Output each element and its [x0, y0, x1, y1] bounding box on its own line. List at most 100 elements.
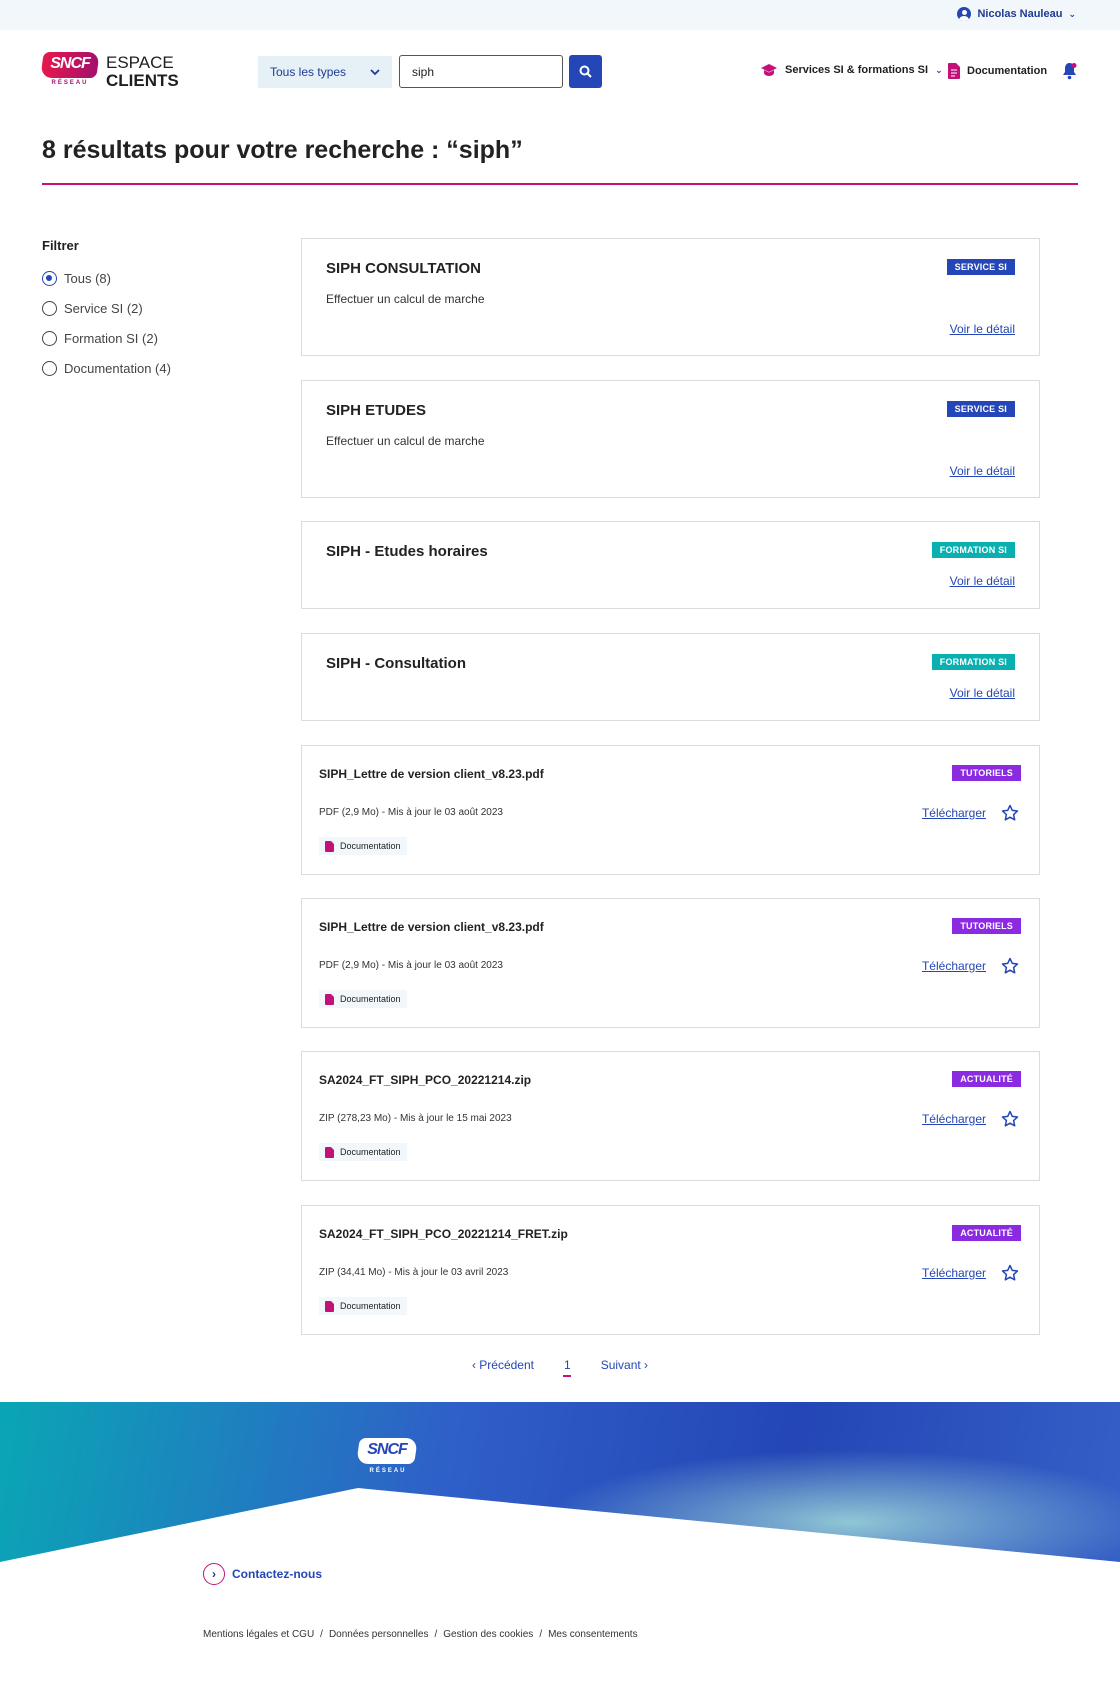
category-badge: SERVICE SI	[946, 401, 1015, 417]
pagination-previous[interactable]: ‹ Précédent	[472, 1358, 534, 1372]
user-menu[interactable]: Nicolas Nauleau ⌄	[957, 7, 1076, 21]
legal-link[interactable]: Gestion des cookies	[443, 1629, 533, 1640]
view-detail-link[interactable]: Voir le détail	[950, 464, 1015, 478]
result-card: SIPH CONSULTATION Effectuer un calcul de…	[301, 238, 1040, 356]
filter-option-documentation[interactable]: Documentation (4)	[42, 353, 171, 383]
filter-option-label: Formation SI (2)	[64, 330, 158, 346]
star-icon[interactable]	[1001, 957, 1019, 975]
download-link[interactable]: Télécharger	[922, 1266, 986, 1280]
legal-link[interactable]: Données personnelles	[329, 1629, 429, 1640]
separator: /	[434, 1629, 438, 1640]
chevron-right-icon: ›	[203, 1563, 225, 1585]
tag-label: Documentation	[340, 1147, 401, 1157]
card-title: SIPH - Consultation	[326, 655, 466, 672]
document-meta: ZIP (34,41 Mo) - Mis à jour le 03 avril …	[319, 1267, 509, 1278]
filter-option-tous[interactable]: Tous (8)	[42, 263, 171, 293]
document-title: SA2024_FT_SIPH_PCO_20221214_FRET.zip	[319, 1227, 568, 1241]
legal-links: Mentions légales et CGU / Données person…	[203, 1629, 638, 1640]
filter-option-label: Tous (8)	[64, 270, 111, 286]
document-meta: ZIP (278,23 Mo) - Mis à jour le 15 mai 2…	[319, 1113, 512, 1124]
footer: SNCF RÉSEAU › Contactez-nous Mentions lé…	[0, 1402, 1120, 1681]
radio-icon[interactable]	[42, 300, 57, 316]
document-meta: PDF (2,9 Mo) - Mis à jour le 03 août 202…	[319, 807, 503, 818]
star-icon[interactable]	[1001, 804, 1019, 822]
tag-label: Documentation	[340, 841, 401, 851]
document-card: SIPH_Lettre de version client_v8.23.pdf …	[301, 898, 1040, 1028]
chevron-down-icon	[370, 68, 380, 75]
pagination-page-current[interactable]: 1	[563, 1358, 571, 1377]
search-input[interactable]	[399, 55, 563, 88]
chevron-down-icon: ⌄	[1068, 8, 1076, 19]
download-link[interactable]: Télécharger	[922, 959, 986, 973]
category-badge: TUTORIELS	[952, 918, 1021, 934]
download-link[interactable]: Télécharger	[922, 806, 986, 820]
nav-doc-label: Documentation	[967, 65, 1048, 77]
notifications-button[interactable]	[1062, 62, 1077, 85]
document-meta: PDF (2,9 Mo) - Mis à jour le 03 août 202…	[319, 960, 503, 971]
category-badge: ACTUALITÉ	[952, 1071, 1021, 1087]
pagination-next[interactable]: Suivant ›	[601, 1358, 648, 1372]
card-title: SIPH ETUDES	[326, 402, 427, 419]
download-link[interactable]: Télécharger	[922, 1112, 986, 1126]
star-icon[interactable]	[1001, 1264, 1019, 1282]
view-detail-link[interactable]: Voir le détail	[950, 686, 1015, 700]
document-card: SIPH_Lettre de version client_v8.23.pdf …	[301, 745, 1040, 875]
page-title: 8 résultats pour votre recherche : “siph…	[42, 136, 523, 164]
document-title: SIPH_Lettre de version client_v8.23.pdf	[319, 920, 544, 934]
radio-checked-icon[interactable]	[42, 270, 57, 286]
document-card: SA2024_FT_SIPH_PCO_20221214_FRET.zip ACT…	[301, 1205, 1040, 1335]
category-badge: SERVICE SI	[946, 259, 1015, 275]
nav-documentation[interactable]: Documentation	[948, 63, 1047, 79]
nav-services-formations[interactable]: Services SI & formations SI ⌄	[760, 63, 943, 77]
radio-icon[interactable]	[42, 330, 57, 346]
card-title: SIPH - Etudes horaires	[326, 543, 488, 560]
filter-option-label: Service SI (2)	[64, 300, 143, 316]
documentation-tag: Documentation	[319, 1143, 407, 1161]
separator: /	[320, 1629, 323, 1640]
logo-line2: CLIENTS	[106, 71, 179, 90]
document-title: SA2024_FT_SIPH_PCO_20221214.zip	[319, 1073, 532, 1087]
footer-wave-shape	[0, 1488, 1120, 1564]
filter-option-label: Documentation (4)	[64, 360, 171, 376]
document-card: SA2024_FT_SIPH_PCO_20221214.zip ACTUALIT…	[301, 1051, 1040, 1181]
bell-icon	[1063, 63, 1077, 80]
pagination: ‹ Précédent 1 Suivant ›	[0, 1358, 1120, 1377]
espace-clients-logo[interactable]: SNCF RÉSEAU ESPACE CLIENTS	[40, 52, 179, 90]
view-detail-link[interactable]: Voir le détail	[950, 574, 1015, 588]
card-description: Effectuer un calcul de marche	[326, 292, 485, 306]
type-select[interactable]: Tous les types	[258, 56, 392, 88]
filter-title: Filtrer	[42, 238, 79, 253]
search-icon	[579, 65, 592, 78]
document-icon	[325, 840, 334, 852]
filter-option-formation-si[interactable]: Formation SI (2)	[42, 323, 171, 353]
category-badge: TUTORIELS	[952, 765, 1021, 781]
contact-link[interactable]: › Contactez-nous	[203, 1563, 322, 1585]
category-badge: ACTUALITÉ	[952, 1225, 1021, 1241]
chevron-down-icon: ⌄	[935, 64, 943, 75]
view-detail-link[interactable]: Voir le détail	[950, 322, 1015, 336]
result-card: SIPH - Etudes horaires FORMATION SI Voir…	[301, 521, 1040, 609]
category-badge: FORMATION SI	[931, 542, 1015, 558]
document-icon	[948, 63, 960, 79]
document-icon	[325, 1146, 334, 1158]
card-title: SIPH CONSULTATION	[326, 260, 481, 277]
result-card: SIPH - Consultation FORMATION SI Voir le…	[301, 633, 1040, 721]
card-description: Effectuer un calcul de marche	[326, 434, 485, 448]
radio-icon[interactable]	[42, 360, 57, 376]
documentation-tag: Documentation	[319, 1297, 407, 1315]
legal-link[interactable]: Mes consentements	[548, 1629, 638, 1640]
document-icon	[325, 1300, 334, 1312]
filter-option-service-si[interactable]: Service SI (2)	[42, 293, 171, 323]
search-button[interactable]	[569, 55, 602, 88]
document-title: SIPH_Lettre de version client_v8.23.pdf	[319, 767, 544, 781]
tag-label: Documentation	[340, 994, 401, 1004]
star-icon[interactable]	[1001, 1110, 1019, 1128]
separator: /	[539, 1629, 543, 1640]
top-bar: Nicolas Nauleau ⌄	[0, 0, 1120, 30]
user-icon	[957, 7, 972, 21]
tag-label: Documentation	[340, 1301, 401, 1311]
title-divider	[42, 183, 1078, 185]
user-name: Nicolas Nauleau	[977, 8, 1063, 20]
legal-link[interactable]: Mentions légales et CGU	[203, 1629, 314, 1640]
logo-line1: ESPACE	[106, 53, 174, 72]
